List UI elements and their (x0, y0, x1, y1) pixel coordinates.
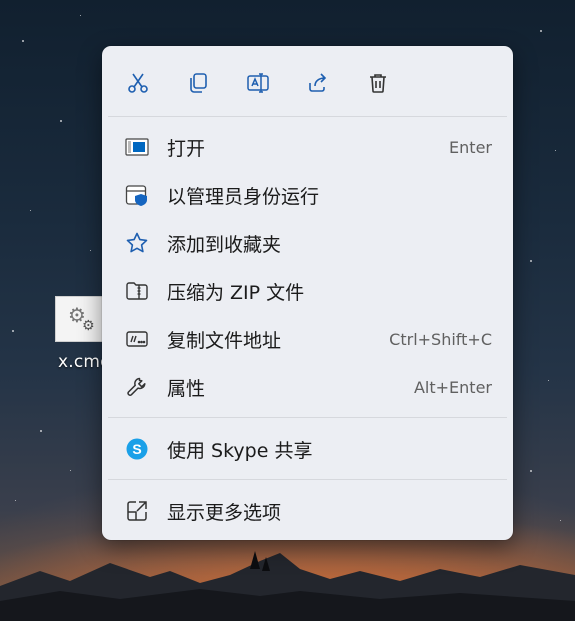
menu-item-shortcut: Enter (449, 137, 492, 157)
menu-item-show-more-options[interactable]: 显示更多选项 (108, 488, 507, 534)
divider (108, 479, 507, 480)
divider (108, 417, 507, 418)
menu-item-label: 使用 Skype 共享 (167, 439, 313, 462)
svg-text:S: S (132, 441, 141, 457)
zip-folder-icon (125, 279, 149, 303)
menu-item-shortcut: Ctrl+Shift+C (389, 329, 492, 349)
cut-button[interactable] (121, 66, 155, 100)
context-menu: 打开 Enter 以管理员身份运行 添加到收藏夹 压缩为 ZIP 文件 复制文件… (102, 46, 513, 540)
trash-icon (370, 74, 386, 93)
share-icon (309, 73, 327, 92)
menu-item-compress-zip[interactable]: 压缩为 ZIP 文件 (108, 268, 507, 314)
copy-button[interactable] (181, 66, 215, 100)
menu-item-label: 打开 (167, 137, 206, 160)
gear-small-icon: ⚙ (82, 318, 95, 334)
divider (108, 116, 507, 117)
menu-item-add-favorites[interactable]: 添加到收藏夹 (108, 220, 507, 266)
rename-button[interactable] (241, 66, 275, 100)
menu-item-label: 压缩为 ZIP 文件 (167, 281, 305, 304)
menu-item-copy-path[interactable]: 复制文件地址 Ctrl+Shift+C (108, 316, 507, 362)
menu-item-label: 复制文件地址 (167, 329, 282, 352)
menu-item-run-as-admin[interactable]: 以管理员身份运行 (108, 172, 507, 218)
menu-item-share-skype[interactable]: S 使用 Skype 共享 (108, 426, 507, 472)
menu-item-shortcut: Alt+Enter (413, 377, 492, 397)
delete-button[interactable] (361, 66, 395, 100)
context-toolbar (102, 46, 513, 116)
copy-path-icon (125, 327, 149, 351)
menu-item-label: 添加到收藏夹 (167, 233, 282, 256)
skype-icon: S (125, 437, 149, 461)
star-icon (125, 231, 149, 255)
open-window-icon (125, 135, 149, 159)
wrench-icon (125, 375, 149, 399)
rename-icon (247, 73, 269, 93)
menu-item-open[interactable]: 打开 Enter (108, 124, 507, 170)
scissors-icon (128, 73, 148, 93)
admin-shield-icon (125, 183, 149, 207)
menu-item-label: 属性 (167, 377, 206, 400)
more-options-icon (125, 499, 149, 523)
copy-icon (190, 73, 207, 93)
share-button[interactable] (301, 66, 335, 100)
menu-item-label: 以管理员身份运行 (167, 185, 320, 208)
cmd-file-icon[interactable]: ⚙ ⚙ (55, 296, 107, 342)
menu-item-properties[interactable]: 属性 Alt+Enter (108, 364, 507, 410)
menu-item-label: 显示更多选项 (167, 501, 282, 524)
